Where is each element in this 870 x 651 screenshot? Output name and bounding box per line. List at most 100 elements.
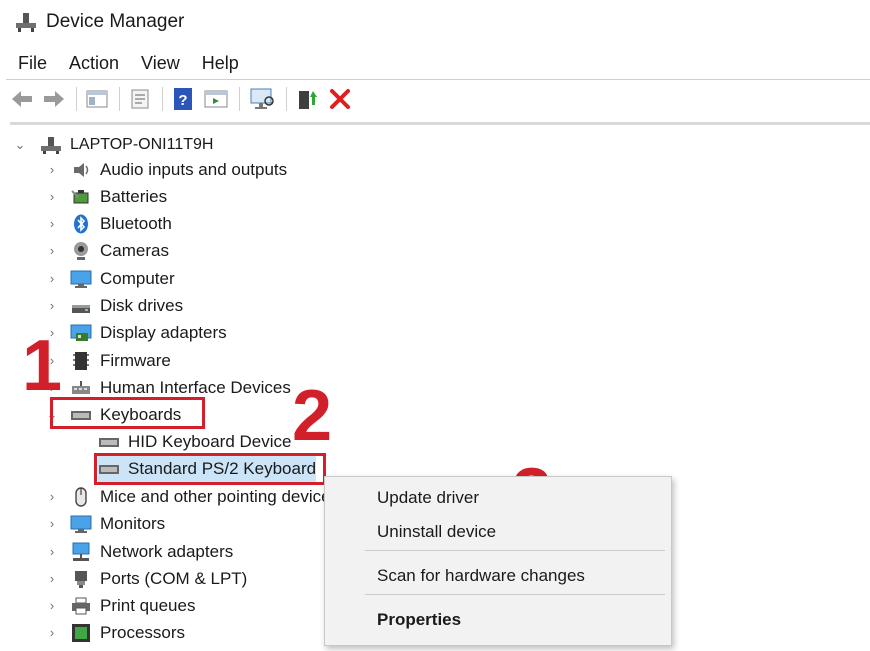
chevron-right-icon[interactable]: › bbox=[46, 216, 58, 231]
menu-file[interactable]: File bbox=[18, 53, 47, 74]
tree-item-print-queues[interactable]: › Print queues bbox=[46, 592, 196, 619]
tree-item-audio[interactable]: › Audio inputs and outputs bbox=[46, 156, 287, 183]
tree-item-label: Audio inputs and outputs bbox=[100, 159, 288, 179]
tree-item-batteries[interactable]: › Batteries bbox=[46, 183, 167, 210]
tree-root-laptop[interactable]: ⌄ LAPTOP-ONI11T9H bbox=[14, 131, 213, 158]
tree-item-network-adapters[interactable]: › Network adapters bbox=[46, 538, 233, 565]
back-arrow-icon[interactable] bbox=[10, 86, 34, 112]
tree-item-cameras[interactable]: › Cameras bbox=[46, 237, 169, 264]
menu-item-uninstall-device[interactable]: Uninstall device bbox=[377, 522, 496, 542]
update-driver-icon[interactable] bbox=[295, 86, 321, 112]
webcam-icon bbox=[70, 241, 92, 261]
keyboards-highlight-box bbox=[50, 397, 205, 429]
menu-item-scan-hardware[interactable]: Scan for hardware changes bbox=[377, 566, 585, 586]
toolbar-divider bbox=[286, 87, 287, 111]
tree-item-label: Cameras bbox=[100, 240, 169, 260]
tree-item-disk-drives[interactable]: › Disk drives bbox=[46, 292, 183, 319]
content-divider bbox=[10, 122, 870, 125]
menu-separator bbox=[365, 550, 665, 551]
chevron-right-icon[interactable]: › bbox=[46, 189, 58, 204]
mouse-icon bbox=[70, 486, 92, 507]
chevron-right-icon[interactable]: › bbox=[46, 598, 58, 613]
chevron-right-icon[interactable]: › bbox=[46, 544, 58, 559]
svg-text:?: ? bbox=[178, 92, 187, 109]
menu-view[interactable]: View bbox=[141, 53, 180, 74]
tree-item-display-adapters[interactable]: › Display adapters bbox=[46, 319, 227, 346]
chevron-right-icon[interactable]: › bbox=[46, 298, 58, 313]
step-number-2: 2 bbox=[292, 376, 333, 456]
speaker-icon bbox=[70, 160, 92, 180]
action-pane-icon[interactable] bbox=[203, 86, 229, 112]
toolbar-divider bbox=[119, 87, 120, 111]
tree-item-label: Ports (COM & LPT) bbox=[100, 568, 248, 588]
toolbar-divider bbox=[162, 87, 163, 111]
tree-item-computer[interactable]: › Computer bbox=[46, 265, 175, 292]
tree-item-label: Batteries bbox=[100, 186, 168, 206]
tree-root-label: LAPTOP-ONI11T9H bbox=[70, 135, 214, 153]
port-connector-icon bbox=[70, 569, 92, 589]
keyboard-icon bbox=[98, 432, 120, 452]
tree-item-label: Firmware bbox=[100, 350, 171, 370]
title-bar: Device Manager bbox=[0, 0, 870, 44]
chevron-right-icon[interactable]: › bbox=[46, 625, 58, 640]
disk-drive-icon bbox=[70, 296, 92, 316]
tree-item-label: Monitors bbox=[100, 513, 166, 533]
menu-item-properties[interactable]: Properties bbox=[377, 610, 461, 630]
monitor-icon bbox=[70, 269, 92, 289]
chevron-down-icon[interactable]: ⌄ bbox=[14, 137, 26, 153]
display-adapter-icon bbox=[70, 323, 92, 343]
chevron-right-icon[interactable]: › bbox=[46, 243, 58, 258]
device-manager-icon bbox=[14, 11, 38, 33]
chevron-right-icon[interactable]: › bbox=[46, 271, 58, 286]
properties-sheet-icon[interactable] bbox=[128, 86, 152, 112]
step-number-1: 1 bbox=[22, 326, 63, 406]
tree-item-label: Network adapters bbox=[100, 541, 234, 561]
computer-root-icon bbox=[40, 135, 62, 155]
menu-separator bbox=[365, 594, 665, 595]
toolbar-divider bbox=[76, 87, 77, 111]
menu-help[interactable]: Help bbox=[202, 53, 239, 74]
chevron-right-icon[interactable]: › bbox=[46, 489, 58, 504]
hid-device-icon bbox=[70, 378, 92, 398]
help-icon[interactable]: ? bbox=[171, 86, 195, 112]
menu-action[interactable]: Action bbox=[69, 53, 119, 74]
processor-icon bbox=[70, 623, 92, 643]
forward-arrow-icon[interactable] bbox=[42, 86, 66, 112]
tree-item-label: Processors bbox=[100, 622, 186, 642]
tree-item-label: Display adapters bbox=[100, 322, 227, 342]
tree-item-label: Human Interface Devices bbox=[100, 377, 291, 397]
bluetooth-icon bbox=[70, 214, 92, 234]
chevron-right-icon[interactable]: › bbox=[46, 162, 58, 177]
chevron-right-icon[interactable]: › bbox=[46, 516, 58, 531]
tree-item-mice[interactable]: › Mice and other pointing devices bbox=[46, 483, 339, 510]
window-title: Device Manager bbox=[46, 11, 185, 32]
tree-item-label: Mice and other pointing devices bbox=[100, 486, 340, 506]
ps2-keyboard-highlight-box bbox=[94, 453, 326, 485]
tree-item-monitors[interactable]: › Monitors bbox=[46, 510, 165, 537]
firmware-chip-icon bbox=[70, 351, 92, 371]
show-hide-console-tree-icon[interactable] bbox=[85, 86, 109, 112]
tree-item-processors[interactable]: › Processors bbox=[46, 619, 185, 646]
network-adapter-icon bbox=[70, 542, 92, 562]
toolbar-divider bbox=[239, 87, 240, 111]
printer-icon bbox=[70, 596, 92, 616]
tree-item-label: Computer bbox=[100, 268, 175, 288]
tree-item-bluetooth[interactable]: › Bluetooth bbox=[46, 210, 172, 237]
monitor-icon bbox=[70, 514, 92, 534]
menu-divider bbox=[6, 79, 870, 80]
context-menu: Update driver Uninstall device Scan for … bbox=[324, 476, 672, 646]
tree-item-firmware[interactable]: › Firmware bbox=[46, 347, 171, 374]
scan-hardware-icon[interactable] bbox=[248, 86, 276, 112]
tree-item-hid-keyboard[interactable]: HID Keyboard Device bbox=[98, 428, 291, 455]
menu-item-update-driver[interactable]: Update driver bbox=[377, 488, 479, 508]
tree-item-label: Disk drives bbox=[100, 295, 184, 315]
tree-item-ports[interactable]: › Ports (COM & LPT) bbox=[46, 565, 247, 592]
tree-item-label: HID Keyboard Device bbox=[128, 431, 292, 451]
tree-item-label: Print queues bbox=[100, 595, 196, 615]
tree-item-label: Bluetooth bbox=[100, 213, 172, 233]
toolbar: ? bbox=[10, 82, 359, 116]
uninstall-x-icon[interactable] bbox=[329, 86, 351, 112]
menu-bar: File Action View Help bbox=[0, 48, 261, 78]
chevron-right-icon[interactable]: › bbox=[46, 571, 58, 586]
battery-icon bbox=[70, 187, 92, 207]
